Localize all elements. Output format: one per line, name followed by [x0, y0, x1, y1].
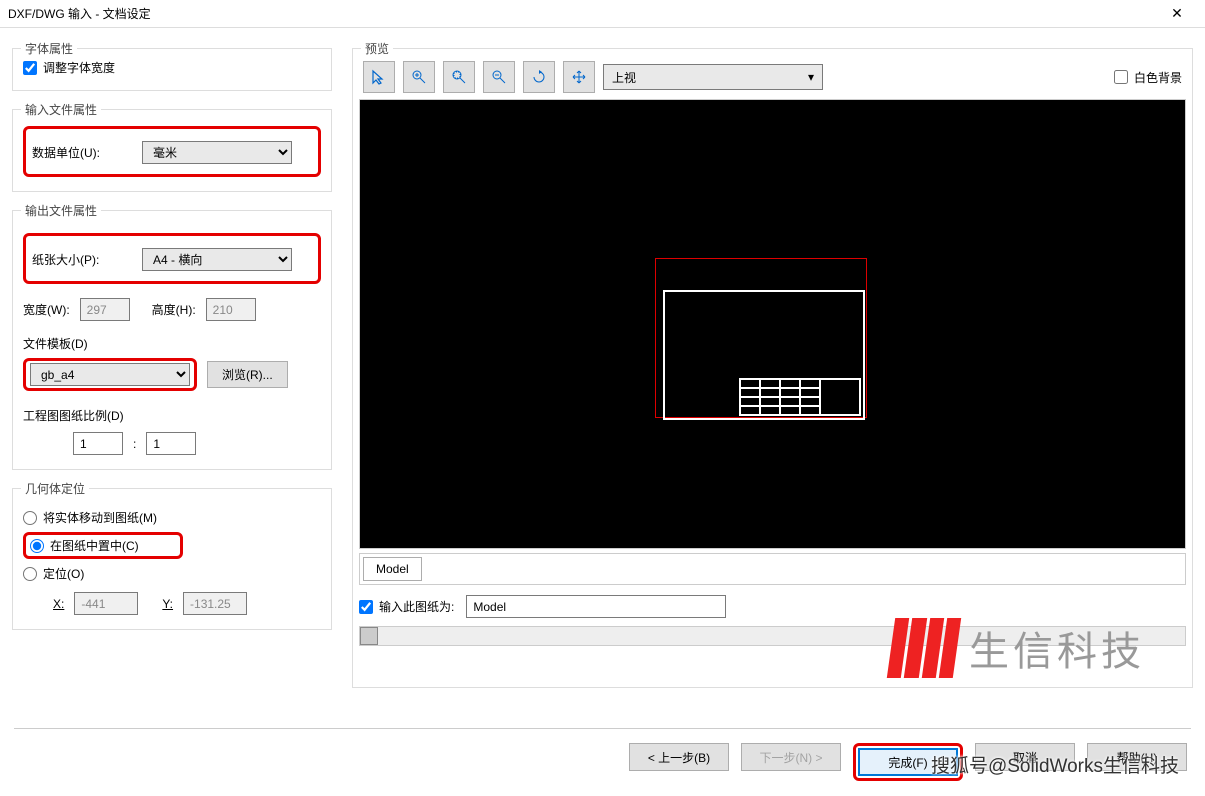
input-sheet-checkbox[interactable]: 输入此图纸为: [359, 598, 454, 615]
position-radio[interactable]: 定位(O) [23, 565, 321, 582]
next-button: 下一步(N) > [741, 743, 841, 771]
center-in-sheet-radio[interactable]: 在图纸中置中(C) [30, 537, 176, 554]
pan-icon[interactable] [563, 61, 595, 93]
move-to-sheet-label: 将实体移动到图纸(M) [43, 509, 157, 526]
height-label: 高度(H): [152, 301, 196, 318]
chevron-down-icon: ▾ [808, 70, 814, 84]
output-file-group: 输出文件属性 纸张大小(P): A4 - 横向 宽度(W): 高度(H): 文件… [12, 210, 332, 470]
titlebar: DXF/DWG 输入 - 文档设定 ✕ [0, 0, 1205, 28]
width-label: 宽度(W): [23, 301, 70, 318]
output-file-title: 输出文件属性 [21, 202, 101, 219]
center-highlight: 在图纸中置中(C) [23, 532, 183, 559]
geometry-group: 几何体定位 将实体移动到图纸(M) 在图纸中置中(C) 定位(O) X: Y: [12, 488, 332, 630]
input-file-group: 输入文件属性 数据单位(U): 毫米 [12, 109, 332, 192]
scale-label: 工程图图纸比例(D) [23, 409, 124, 423]
data-unit-label: 数据单位(U): [32, 144, 132, 161]
finish-button[interactable]: 完成(F) [858, 748, 958, 776]
slider-thumb[interactable] [360, 627, 378, 645]
slider[interactable] [359, 626, 1186, 646]
select-tool-icon[interactable] [363, 61, 395, 93]
x-label: X: [53, 597, 64, 611]
back-button[interactable]: < 上一步(B) [629, 743, 729, 771]
footer: < 上一步(B) 下一步(N) > 完成(F) 取消 帮助(H) [0, 729, 1205, 781]
y-input [183, 592, 247, 615]
scale-colon: : [133, 437, 136, 451]
right-column: 预览 上视 ▾ 白色背景 [342, 42, 1193, 728]
scale-num-input[interactable] [73, 432, 123, 455]
geometry-title: 几何体定位 [21, 480, 89, 497]
white-bg-label: 白色背景 [1134, 69, 1182, 86]
model-name-input[interactable] [466, 595, 726, 618]
preview-title: 预览 [361, 40, 393, 57]
white-bg-checkbox[interactable]: 白色背景 [1114, 69, 1182, 86]
data-unit-highlight: 数据单位(U): 毫米 [23, 126, 321, 177]
paper-size-highlight: 纸张大小(P): A4 - 横向 [23, 233, 321, 284]
width-input [80, 298, 130, 321]
input-file-title: 输入文件属性 [21, 101, 101, 118]
adjust-font-width-input[interactable] [23, 61, 37, 75]
data-unit-select[interactable]: 毫米 [142, 141, 292, 164]
paper-size-select[interactable]: A4 - 横向 [142, 248, 292, 271]
zoom-out-icon[interactable] [483, 61, 515, 93]
left-column: 字体属性 调整字体宽度 输入文件属性 数据单位(U): 毫米 输出文件属性 纸张… [12, 42, 342, 728]
close-icon[interactable]: ✕ [1157, 5, 1197, 22]
view-orientation-select[interactable]: 上视 ▾ [603, 64, 823, 90]
title-block [739, 378, 861, 416]
finish-highlight: 完成(F) [853, 743, 963, 781]
tab-model[interactable]: Model [363, 557, 422, 581]
font-group: 字体属性 调整字体宽度 [12, 48, 332, 91]
height-input [206, 298, 256, 321]
input-sheet-row: 输入此图纸为: [359, 595, 1186, 618]
preview-toolbar: 上视 ▾ 白色背景 [359, 55, 1186, 99]
y-label: Y: [162, 597, 173, 611]
help-button[interactable]: 帮助(H) [1087, 743, 1187, 771]
sheet-tabs: Model [359, 553, 1186, 585]
rotate-icon[interactable] [523, 61, 555, 93]
position-label: 定位(O) [43, 565, 84, 582]
font-group-title: 字体属性 [21, 40, 77, 57]
template-select[interactable]: gb_a4 [30, 363, 190, 386]
scale-den-input[interactable] [146, 432, 196, 455]
move-to-sheet-radio[interactable]: 将实体移动到图纸(M) [23, 509, 321, 526]
view-select-value: 上视 [612, 69, 636, 86]
template-highlight: gb_a4 [23, 358, 197, 391]
zoom-fit-icon[interactable] [443, 61, 475, 93]
adjust-font-width-checkbox[interactable]: 调整字体宽度 [23, 59, 321, 76]
cancel-button[interactable]: 取消 [975, 743, 1075, 771]
template-label: 文件模板(D) [23, 337, 88, 351]
preview-group: 预览 上视 ▾ 白色背景 [352, 48, 1193, 688]
x-input [74, 592, 138, 615]
center-in-sheet-label: 在图纸中置中(C) [50, 537, 139, 554]
paper-size-label: 纸张大小(P): [32, 251, 132, 268]
window-title: DXF/DWG 输入 - 文档设定 [8, 5, 1157, 22]
adjust-font-width-label: 调整字体宽度 [43, 59, 115, 76]
sheet-frame [663, 290, 865, 420]
browse-button[interactable]: 浏览(R)... [207, 361, 288, 388]
preview-canvas[interactable] [359, 99, 1186, 549]
content: 字体属性 调整字体宽度 输入文件属性 数据单位(U): 毫米 输出文件属性 纸张… [0, 28, 1205, 728]
input-sheet-label: 输入此图纸为: [379, 598, 454, 615]
zoom-in-icon[interactable] [403, 61, 435, 93]
